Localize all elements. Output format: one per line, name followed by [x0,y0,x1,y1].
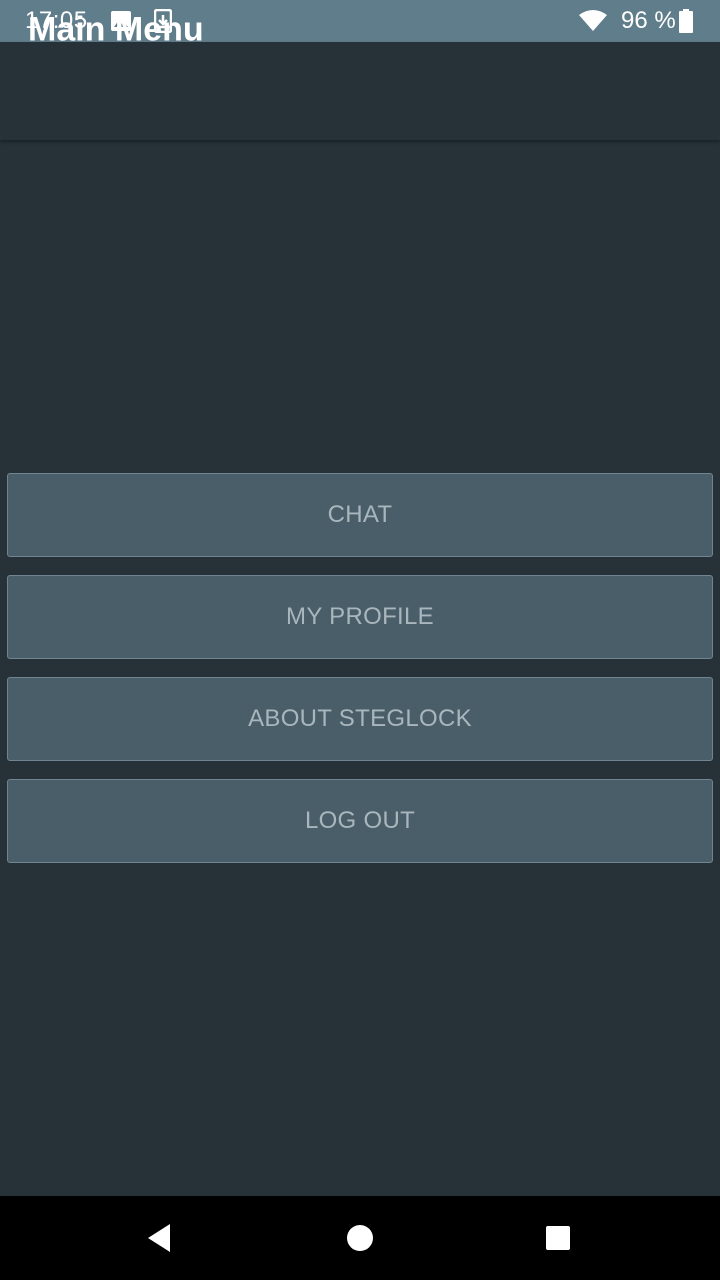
recents-button[interactable] [518,1196,598,1280]
main-menu: CHAT MY PROFILE ABOUT STEGLOCK LOG OUT [7,473,713,881]
home-icon [347,1225,373,1251]
home-button[interactable] [320,1196,400,1280]
my-profile-button[interactable]: MY PROFILE [7,575,713,659]
about-steglock-button[interactable]: ABOUT STEGLOCK [7,677,713,761]
back-button[interactable] [119,1196,199,1280]
navigation-bar [0,1196,720,1280]
log-out-button[interactable]: LOG OUT [7,779,713,863]
page-title: Main Menu [28,10,204,49]
screen: 17:05 96 % Main Menu CHAT MY PROFILE ABO… [0,0,720,1280]
app-bar [0,42,720,140]
battery-percent: 96 % [621,7,676,34]
chat-button[interactable]: CHAT [7,473,713,557]
back-icon [148,1224,170,1252]
wifi-icon [578,10,608,32]
recents-icon [546,1226,570,1250]
battery-icon [679,9,693,33]
